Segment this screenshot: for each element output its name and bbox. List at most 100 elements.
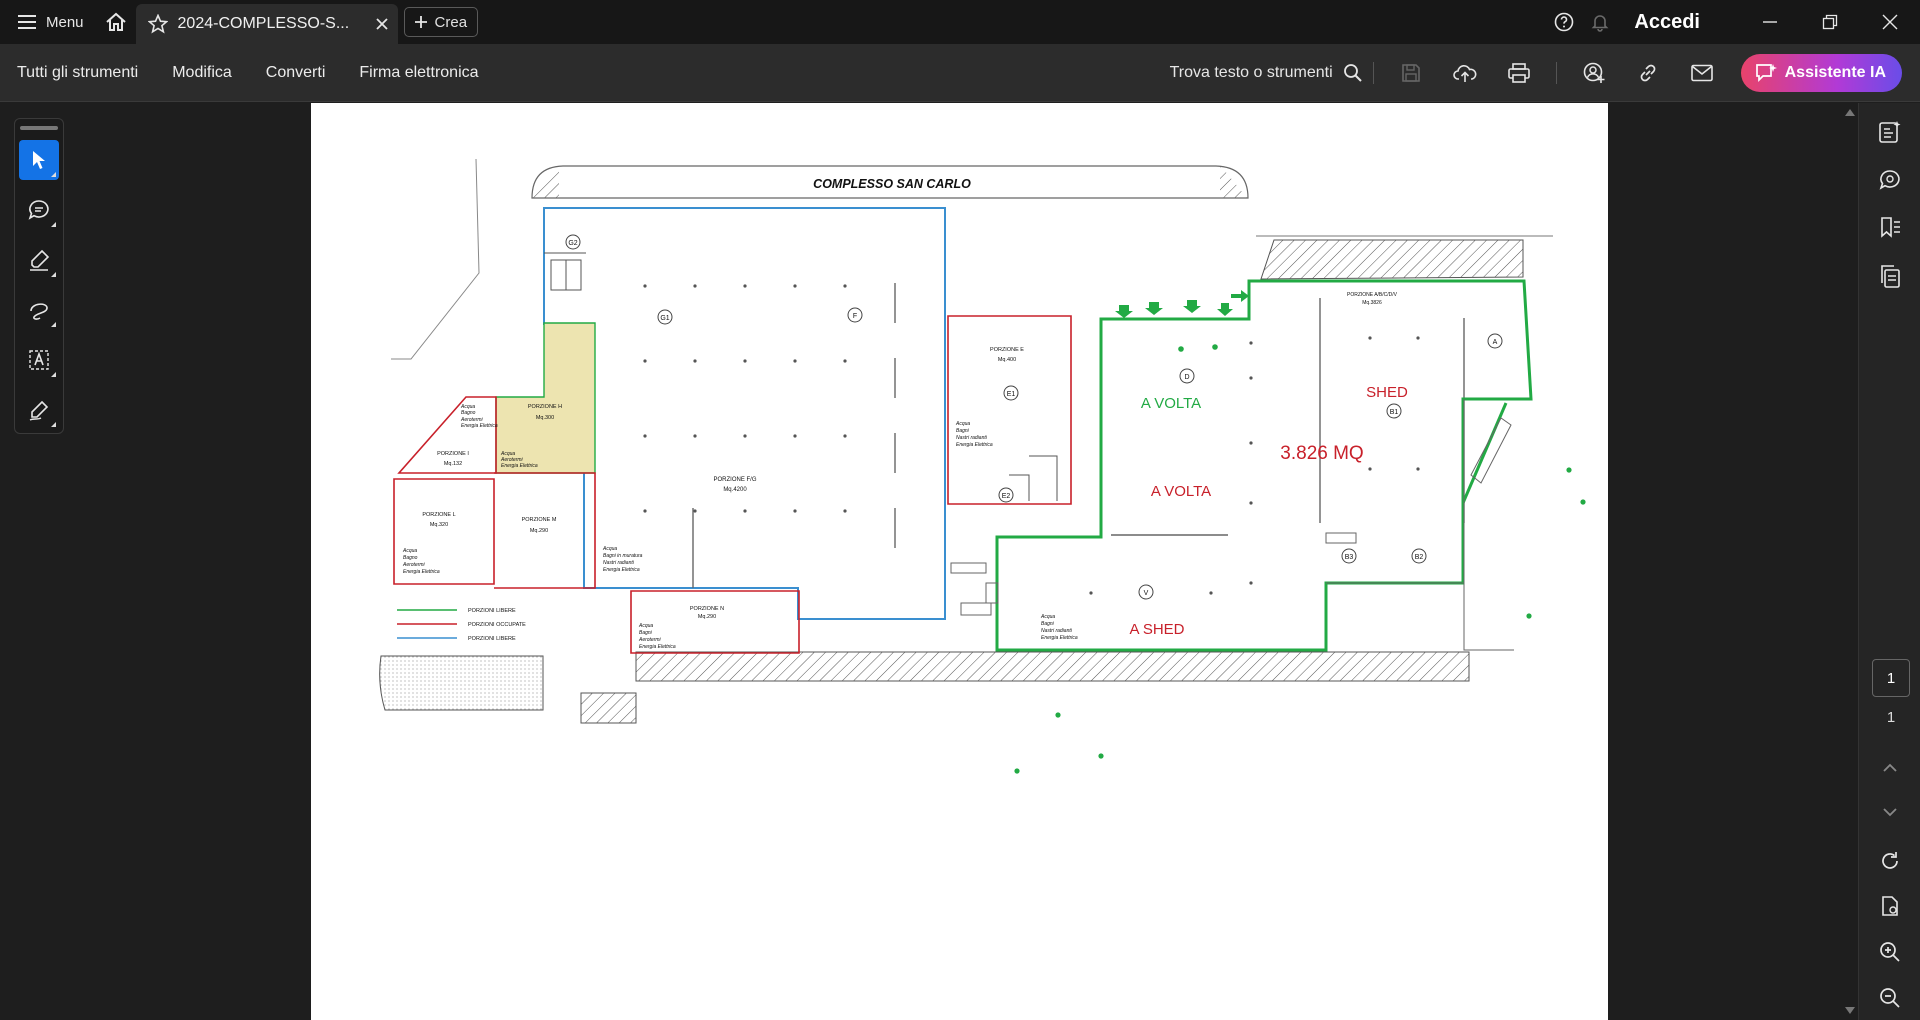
- svg-text:PORZIONE N: PORZIONE N: [690, 606, 724, 612]
- hatched-band-top: [1260, 239, 1524, 280]
- help-icon: [1555, 12, 1574, 32]
- current-page-field[interactable]: 1: [1872, 659, 1910, 697]
- text-box-icon: [29, 350, 49, 370]
- minimize-button[interactable]: [1740, 0, 1800, 44]
- svg-text:Mq.320: Mq.320: [430, 522, 448, 528]
- search-icon: [1343, 63, 1362, 82]
- scroll-down-arrow[interactable]: [1845, 1007, 1855, 1014]
- text-box-tool[interactable]: [19, 340, 59, 380]
- plan-title: COMPLESSO SAN CARLO: [813, 177, 971, 191]
- zoom-out-icon: [1880, 988, 1900, 1008]
- comment-icon: [28, 200, 49, 220]
- svg-text:A: A: [1493, 339, 1498, 346]
- svg-text:Nastri radianti: Nastri radianti: [603, 560, 635, 566]
- page-display-button[interactable]: [1875, 891, 1905, 921]
- copy-link-button[interactable]: [1621, 44, 1675, 102]
- restore-button[interactable]: [1800, 0, 1860, 44]
- create-label: Crea: [434, 13, 468, 31]
- portion-m: PORZIONE M Mq.290 Acqua Bagni in muratur…: [494, 472, 643, 589]
- notifications-button[interactable]: [1582, 0, 1618, 44]
- ai-assistant-button[interactable]: Assistente IA: [1740, 53, 1902, 92]
- close-tab-icon[interactable]: [375, 18, 388, 30]
- svg-text:Acqua: Acqua: [602, 546, 617, 552]
- label-a-shed: A SHED: [1129, 621, 1184, 638]
- svg-text:Bagno: Bagno: [403, 555, 418, 561]
- home-icon: [105, 12, 126, 31]
- page-thumbnails-button[interactable]: [1875, 261, 1905, 291]
- close-icon: [1882, 14, 1898, 30]
- menu-e-sign[interactable]: Firma elettronica: [342, 64, 495, 82]
- svg-text:Acqua: Acqua: [955, 421, 970, 427]
- close-window-button[interactable]: [1860, 0, 1920, 44]
- menu-convert[interactable]: Converti: [249, 64, 343, 82]
- zoom-in-button[interactable]: [1875, 937, 1905, 967]
- upload-button[interactable]: [1438, 44, 1492, 102]
- share-button[interactable]: [1567, 44, 1621, 102]
- home-button[interactable]: [96, 0, 136, 44]
- mail-icon: [1690, 64, 1713, 81]
- panel-grip[interactable]: [20, 126, 58, 130]
- portion-e: PORZIONE E Mq.400 Acqua Bagni Nastri rad…: [947, 315, 1072, 505]
- zoom-out-button[interactable]: [1875, 983, 1905, 1013]
- rotate-view-button[interactable]: [1875, 846, 1905, 876]
- menu-all-tools[interactable]: Tutti gli strumenti: [0, 64, 155, 82]
- cloud-upload-icon: [1452, 64, 1477, 82]
- portion-h-area: Mq.300: [536, 415, 554, 421]
- ai-assistant-label: Assistente IA: [1784, 63, 1886, 81]
- document-tab[interactable]: 2024-COMPLESSO-S...: [135, 4, 398, 44]
- sign-tool[interactable]: [19, 390, 59, 430]
- signin-button[interactable]: Accedi: [1634, 11, 1700, 34]
- save-button[interactable]: [1384, 44, 1438, 102]
- scroll-up-arrow[interactable]: [1845, 109, 1855, 116]
- highlight-tool[interactable]: [19, 240, 59, 280]
- select-tool[interactable]: [19, 140, 59, 180]
- tool-flyout-indicator: [51, 272, 56, 277]
- green-arrows: [1115, 290, 1249, 318]
- vertical-scrollbar[interactable]: [1842, 103, 1856, 1020]
- tab-title: 2024-COMPLESSO-S...: [177, 15, 350, 32]
- svg-text:PORZIONI OCCUPATE: PORZIONI OCCUPATE: [468, 622, 526, 628]
- tool-flyout-indicator: [51, 222, 56, 227]
- label-a-volta-1: A VOLTA: [1141, 395, 1201, 412]
- plan-legend: PORZIONI LIBERE PORZIONI OCCUPATE PORZIO…: [397, 608, 526, 642]
- create-button[interactable]: Crea: [403, 7, 479, 37]
- menu-button[interactable]: Menu: [0, 0, 96, 44]
- tool-flyout-indicator: [51, 372, 56, 377]
- pdf-page[interactable]: COMPLESSO SAN CARLO PORZIONE F/G Mq.4200: [311, 103, 1608, 1020]
- svg-text:D: D: [1184, 374, 1189, 381]
- tool-flyout-indicator: [51, 322, 56, 327]
- svg-text:Energia Elettrica: Energia Elettrica: [639, 644, 676, 650]
- svg-text:Mq.400: Mq.400: [998, 357, 1016, 363]
- share-user-icon: [1583, 62, 1605, 83]
- email-button[interactable]: [1675, 44, 1729, 102]
- tool-flyout-indicator: [51, 422, 56, 427]
- comments-panel-button[interactable]: [1875, 165, 1905, 195]
- chevron-down-icon: [1883, 808, 1897, 817]
- menu-edit[interactable]: Modifica: [155, 64, 249, 82]
- portion-fg-area: Mq.4200: [723, 487, 747, 493]
- find-tools-search[interactable]: Trova testo o strumenti: [1170, 63, 1363, 83]
- floor-plan-drawing: COMPLESSO SAN CARLO PORZIONE F/G Mq.4200: [379, 158, 1586, 774]
- svg-text:PORZIONI LIBERE: PORZIONI LIBERE: [468, 608, 516, 614]
- svg-text:B2: B2: [1415, 554, 1424, 561]
- next-page-button[interactable]: [1875, 797, 1905, 827]
- help-button[interactable]: [1546, 0, 1582, 44]
- toolbar-divider: [1555, 61, 1557, 84]
- ai-summary-icon: [1879, 121, 1901, 143]
- bookmarks-button[interactable]: [1875, 213, 1905, 243]
- print-button[interactable]: [1492, 44, 1546, 102]
- ai-summary-button[interactable]: [1875, 117, 1905, 147]
- previous-page-button[interactable]: [1875, 753, 1905, 783]
- pages-icon: [1881, 265, 1900, 288]
- svg-text:E1: E1: [1007, 391, 1016, 398]
- cursor-icon: [33, 151, 45, 169]
- svg-text:Nastri radianti: Nastri radianti: [1041, 628, 1073, 634]
- svg-text:Mq.290: Mq.290: [698, 614, 716, 620]
- star-icon[interactable]: [147, 14, 168, 34]
- label-shed: SHED: [1366, 384, 1408, 401]
- draw-tool[interactable]: [19, 290, 59, 330]
- quick-tools-panel: [14, 118, 64, 434]
- title-bar: Menu 2024-COMPLESSO-S... Crea Accedi: [0, 0, 1920, 44]
- svg-text:Acqua: Acqua: [402, 548, 417, 554]
- comment-tool[interactable]: [19, 190, 59, 230]
